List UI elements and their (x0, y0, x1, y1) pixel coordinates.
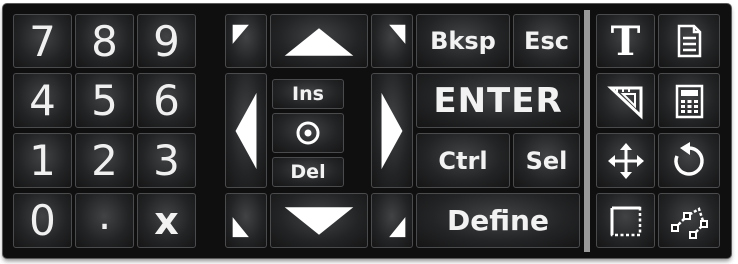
center-button[interactable] (272, 113, 344, 153)
insert-key[interactable]: Ins (272, 79, 344, 109)
rotate-tool-button[interactable] (658, 133, 720, 188)
document-icon (677, 24, 702, 58)
arrow-up-left-icon (232, 24, 249, 44)
delete-key[interactable]: Del (272, 157, 344, 187)
key-4[interactable]: 4 (13, 73, 72, 128)
arrow-down-icon (284, 207, 354, 235)
move-arrows-icon (607, 142, 644, 179)
move-tool-button[interactable] (596, 133, 655, 188)
key-decimal[interactable]: . (75, 190, 134, 248)
backspace-key[interactable]: Bksp (416, 14, 510, 68)
arrow-down-left-icon (232, 217, 249, 238)
virtual-keypad: 7 8 9 4 5 6 1 2 3 0 . x Ins Del Bksp Esc… (3, 4, 731, 258)
dashed-rectangle-icon (610, 206, 641, 236)
arrow-right-button[interactable] (371, 73, 413, 188)
rotate-icon (674, 141, 704, 176)
triangle-ruler-icon (606, 86, 642, 119)
select-key[interactable]: Sel (513, 133, 580, 188)
panel-separator (584, 10, 590, 252)
text-tool-icon: T (610, 17, 641, 65)
key-0[interactable]: 0 (13, 193, 72, 248)
document-tool-button[interactable] (658, 14, 720, 68)
key-5[interactable]: 5 (75, 73, 134, 128)
key-9[interactable]: 9 (137, 14, 196, 68)
key-7[interactable]: 7 (13, 14, 72, 68)
diagonal-up-right-button[interactable] (371, 14, 413, 68)
calculator-icon (675, 84, 704, 118)
diagonal-up-left-button[interactable] (225, 14, 267, 68)
define-key[interactable]: Define (416, 193, 580, 248)
arrow-up-icon (284, 28, 354, 56)
text-tool-button[interactable]: T (596, 14, 655, 68)
escape-key[interactable]: Esc (513, 14, 580, 68)
arrow-right-icon (381, 92, 403, 170)
key-6[interactable]: 6 (137, 73, 196, 128)
enter-key[interactable]: ENTER (416, 73, 580, 128)
triangle-ruler-button[interactable] (596, 73, 655, 128)
key-3[interactable]: 3 (137, 133, 196, 188)
key-1[interactable]: 1 (13, 133, 72, 188)
arrow-left-icon (235, 92, 257, 170)
target-circle-icon (296, 121, 320, 145)
calculator-button[interactable] (658, 73, 720, 128)
polyline-tool-button[interactable] (658, 193, 720, 248)
arrow-down-button[interactable] (270, 193, 368, 248)
key-8[interactable]: 8 (75, 14, 134, 68)
arrow-up-right-icon (389, 24, 406, 44)
arrow-left-button[interactable] (225, 73, 267, 188)
key-x[interactable]: x (137, 193, 196, 248)
key-2[interactable]: 2 (75, 133, 134, 188)
arrow-up-button[interactable] (270, 14, 368, 68)
rectangle-select-button[interactable] (596, 193, 655, 248)
polyline-nodes-icon (671, 206, 708, 239)
ctrl-key[interactable]: Ctrl (416, 133, 510, 188)
diagonal-down-right-button[interactable] (371, 193, 413, 248)
diagonal-down-left-button[interactable] (225, 193, 267, 248)
arrow-down-right-icon (389, 217, 406, 238)
